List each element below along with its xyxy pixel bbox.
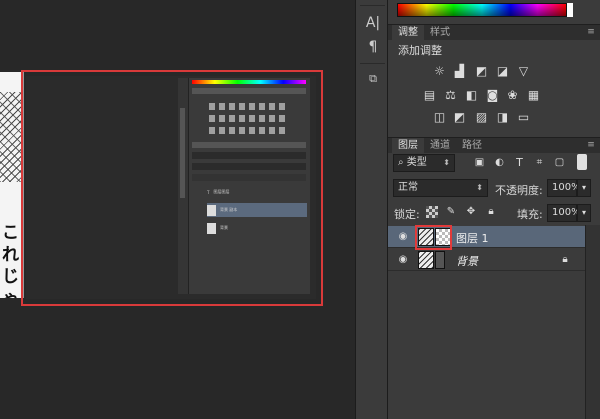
layer-row[interactable]: ◉ 背景 🔒︎	[388, 249, 585, 271]
layers-tabbar: 图层 通道 路径 ≡	[388, 137, 600, 154]
panel-dock-bar: A| ¶ ⧉	[355, 0, 388, 419]
lock-icon: 🔒︎	[562, 254, 568, 265]
color-spectrum[interactable]	[397, 3, 567, 17]
brightness-icon[interactable]: ☼	[432, 64, 447, 78]
layer-thumbnail	[418, 251, 434, 269]
tab-adjustments[interactable]: 调整	[392, 25, 424, 41]
spectrum-white-swatch[interactable]	[567, 3, 573, 17]
color-balance-icon[interactable]: ⚖	[443, 88, 458, 102]
search-icon: ⌕	[398, 157, 407, 168]
invert-icon[interactable]: ◫	[432, 110, 447, 124]
tab-channels[interactable]: 通道	[424, 138, 456, 154]
lock-pixels-icon[interactable]: ✎	[445, 206, 457, 218]
photo-filter-icon[interactable]: ◙	[485, 88, 500, 102]
filter-type-icon[interactable]: T	[512, 156, 527, 170]
layer-name[interactable]: 背景	[456, 253, 478, 269]
red-highlight-box	[415, 225, 452, 250]
color-lookup-icon[interactable]: ▦	[526, 88, 541, 102]
red-highlight-frame	[21, 70, 323, 306]
black-white-icon[interactable]: ◧	[464, 88, 479, 102]
channel-mixer-icon[interactable]: ❀	[505, 88, 520, 102]
vibrance-icon[interactable]: ▽	[516, 64, 531, 78]
layer-filter-select[interactable]: ⌕ 类型 ⬍	[393, 154, 455, 172]
layers-scrollbar[interactable]	[585, 225, 600, 419]
paragraph-icon[interactable]: ¶	[363, 38, 383, 56]
filter-shape-icon[interactable]: ⌗	[532, 156, 547, 170]
tab-styles[interactable]: 样式	[424, 25, 456, 41]
lock-transparency-icon[interactable]	[426, 206, 438, 218]
eye-icon[interactable]: ◉	[396, 253, 410, 267]
filter-toggle[interactable]	[577, 154, 587, 170]
manga-text: これじゃ	[2, 223, 19, 298]
lock-position-icon[interactable]: ✥	[465, 206, 477, 218]
chevron-updown-icon: ⬍	[476, 183, 483, 192]
eye-icon[interactable]: ◉	[396, 230, 410, 244]
fill-slider-toggle[interactable]: ▾	[577, 204, 591, 222]
curves-icon[interactable]: ◩	[474, 64, 489, 78]
opacity-input[interactable]: 100%	[547, 179, 581, 197]
levels-icon[interactable]: ▟	[452, 64, 467, 78]
opacity-label: 不透明度:	[495, 184, 543, 197]
blend-mode-select[interactable]: 正常 ⬍	[393, 179, 488, 197]
dock-separator	[360, 5, 385, 6]
fill-input[interactable]: 100%	[547, 204, 581, 222]
filter-smart-icon[interactable]: ▢	[552, 156, 567, 170]
chevron-updown-icon: ⬍	[443, 158, 450, 167]
layer-mask-thumbnail	[435, 251, 445, 269]
fill-label: 填充:	[517, 208, 543, 221]
hue-saturation-icon[interactable]: ▤	[422, 88, 437, 102]
lock-all-icon[interactable]: 🔒︎	[485, 206, 497, 218]
filter-pixel-icon[interactable]: ▣	[472, 156, 487, 170]
tab-paths[interactable]: 路径	[456, 138, 488, 154]
adjustments-title: 添加调整	[398, 44, 442, 57]
panel-menu-icon[interactable]: ≡	[586, 140, 596, 150]
exposure-icon[interactable]: ◪	[495, 64, 510, 78]
dock-separator	[360, 63, 385, 64]
adjustments-tabbar: 调整 样式 ≡	[388, 24, 600, 41]
lock-label: 锁定:	[394, 208, 420, 221]
character-icon[interactable]: A|	[363, 14, 383, 32]
opacity-slider-toggle[interactable]: ▾	[577, 179, 591, 197]
3d-material-icon[interactable]: ⧉	[363, 70, 383, 88]
tab-layers[interactable]: 图层	[392, 138, 424, 154]
gradient-map-icon[interactable]: ▭	[516, 110, 531, 124]
layer-name[interactable]: 图层 1	[456, 230, 489, 246]
filter-adjustment-icon[interactable]: ◐	[492, 156, 507, 170]
panel-menu-icon[interactable]: ≡	[586, 27, 596, 37]
posterize-icon[interactable]: ◩	[452, 110, 467, 124]
threshold-icon[interactable]: ▨	[474, 110, 489, 124]
selective-color-icon[interactable]: ◨	[495, 110, 510, 124]
